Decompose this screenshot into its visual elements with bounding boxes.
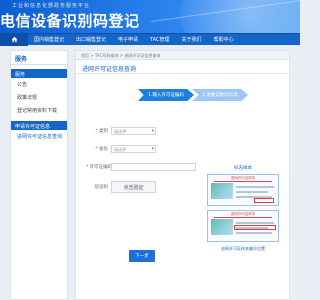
nav-item-export[interactable]: 出口销售登记 [70, 36, 112, 43]
sidebar-heading: 服务 [11, 51, 67, 65]
banner-subtitle: 工业和信息化部政务服务平台 [12, 3, 91, 9]
category-label: * 类别 [95, 129, 108, 134]
sidebar-item-downloads[interactable]: 登记常用资料下载 [11, 104, 67, 117]
query-form: * 类别 请选择 * 省份 请选择 * 许可证编码 验证码 点击验证 [86, 123, 206, 197]
nav-item-help[interactable]: 帮助中心 [208, 36, 240, 43]
license-code-highlight [234, 225, 276, 230]
form-row-province: * 省份 请选择 [86, 141, 206, 157]
form-row-captcha: 验证码 点击验证 [86, 179, 206, 195]
license-code-label: * 许可证编码 [86, 165, 113, 170]
text-line [236, 191, 268, 193]
banner-title: 电信设备识别码登记 [0, 12, 140, 30]
province-select[interactable]: 请选择 [111, 145, 156, 153]
license-code-input[interactable] [111, 163, 196, 171]
license-sample-2-header: 进网许可证样本 [214, 212, 272, 218]
license-stamp-image [211, 219, 233, 235]
nav-item-domestic[interactable]: 国内销售登记 [28, 36, 70, 43]
page-title: 进网许可证信息查询 [76, 60, 289, 74]
license-sample-1-header: 进网许可证样本 [214, 176, 272, 182]
sidebar-item-notice[interactable]: 公告 [11, 78, 67, 91]
breadcrumb: 首页 > TAC号码查询 > 进网许可证信息查询 [76, 51, 289, 60]
home-button[interactable] [0, 33, 28, 46]
text-line [236, 232, 272, 234]
nav-item-apply[interactable]: 电子申请 [112, 36, 144, 43]
page-layout: 服务 服务 公告 政策法规 登记常用资料下载 申请许可证信息 进网许可证信息查询… [0, 48, 300, 300]
nav-item-tac[interactable]: TAC管理 [144, 36, 176, 43]
license-sample-1: 进网许可证样本 [207, 174, 279, 206]
sidebar-section-license: 申请许可证信息 [11, 121, 67, 130]
form-row-license: * 许可证编码 [86, 159, 206, 175]
step-1: 1.输入许可证编码 [138, 89, 194, 101]
license-sample-2: 进网许可证样本 [207, 210, 279, 242]
category-select[interactable]: 请选择 [111, 127, 156, 135]
text-line [236, 222, 274, 224]
text-line [236, 186, 274, 188]
banner-glow [180, 0, 300, 33]
step-indicator: 1.输入许可证编码 2.查看识别码信息 [138, 89, 248, 101]
main-panel: 首页 > TAC号码查询 > 进网许可证信息查询 进网许可证信息查询 1.输入许… [75, 50, 290, 300]
sidebar: 服务 服务 公告 政策法规 登记常用资料下载 申请许可证信息 进网许可证信息查询 [10, 50, 68, 300]
form-row-category: * 类别 请选择 [86, 123, 206, 139]
next-button[interactable]: 下一步 [129, 250, 155, 262]
header-banner: 工业和信息化部政务服务平台 电信设备识别码登记 [0, 0, 300, 33]
captcha-button[interactable]: 点击验证 [111, 181, 156, 193]
province-label: * 省份 [95, 147, 108, 152]
license-code-highlight [254, 198, 274, 203]
license-stamp-image [211, 183, 233, 199]
top-nav: 国内销售登记 出口销售登记 电子申请 TAC管理 关于我们 帮助中心 [0, 33, 300, 46]
captcha-label: 验证码 [94, 185, 109, 190]
sidebar-item-policy[interactable]: 政策法规 [11, 91, 67, 104]
step-2: 2.查看识别码信息 [192, 89, 248, 101]
sidebar-item-license-query[interactable]: 进网许可证信息查询 [11, 130, 67, 143]
nav-item-about[interactable]: 关于我们 [176, 36, 208, 43]
sample-panel: 标志样本 进网许可证样本 进网许可证样本 进网许可证样本编号位置 [207, 165, 279, 252]
sample-caption: 进网许可证样本编号位置 [221, 246, 265, 251]
home-icon [11, 36, 17, 43]
sample-title: 标志样本 [234, 166, 252, 171]
sidebar-section-service: 服务 [11, 69, 67, 78]
